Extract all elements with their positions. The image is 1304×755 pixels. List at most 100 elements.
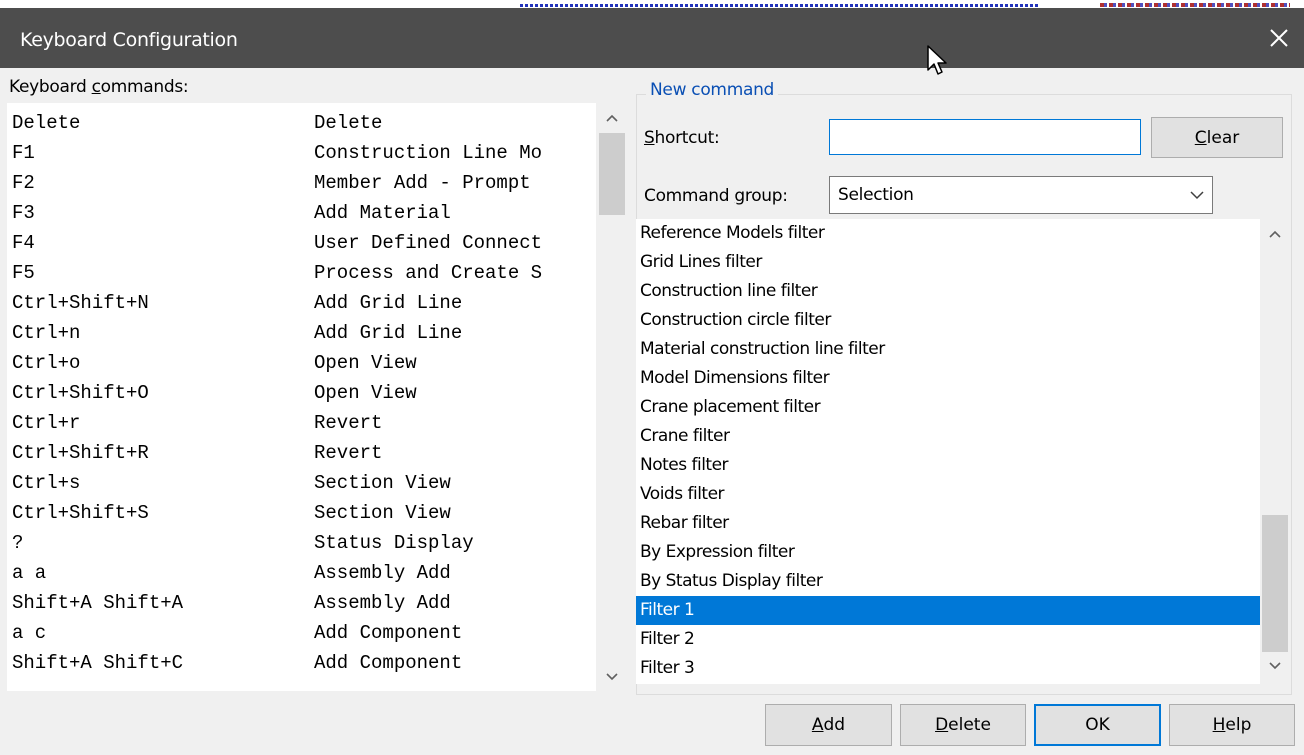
command-name: Open View bbox=[314, 352, 417, 374]
command-shortcut: Ctrl+Shift+O bbox=[12, 382, 149, 404]
command-list[interactable]: Reference Models filter Grid Lines filte… bbox=[636, 219, 1290, 684]
command-row[interactable]: Ctrl+r Revert bbox=[7, 408, 597, 438]
command-row[interactable]: F1 Construction Line Mo bbox=[7, 138, 597, 168]
scroll-up-icon[interactable] bbox=[1268, 227, 1282, 241]
command-group-value: Selection bbox=[838, 185, 914, 205]
list-item[interactable]: Filter 3 bbox=[636, 654, 1260, 683]
command-name: Delete bbox=[314, 112, 383, 134]
command-row[interactable]: a a Assembly Add bbox=[7, 558, 597, 588]
command-shortcut: F5 bbox=[12, 262, 35, 284]
list-item[interactable]: Crane filter bbox=[636, 422, 1260, 451]
new-command-legend: New command bbox=[646, 80, 779, 100]
command-name: Add Material bbox=[314, 202, 451, 224]
command-shortcut: Delete bbox=[12, 112, 81, 134]
scrollbar-thumb[interactable] bbox=[1262, 515, 1288, 652]
command-row[interactable]: Shift+A Shift+C Add Component bbox=[7, 648, 597, 678]
list-item[interactable]: Material construction line filter bbox=[636, 335, 1260, 364]
command-name: Section View bbox=[314, 502, 451, 524]
add-button[interactable]: Add bbox=[765, 704, 892, 746]
command-name: Status Display bbox=[314, 532, 474, 554]
scroll-up-icon[interactable] bbox=[605, 111, 619, 125]
command-row[interactable]: F2 Member Add - Prompt bbox=[7, 168, 597, 198]
command-row[interactable]: Ctrl+Shift+O Open View bbox=[7, 378, 597, 408]
list-item[interactable]: By Expression filter bbox=[636, 538, 1260, 567]
command-list-scrollbar[interactable] bbox=[1260, 219, 1290, 684]
background-strip bbox=[0, 0, 1304, 8]
command-shortcut: Ctrl+s bbox=[12, 472, 81, 494]
command-name: Revert bbox=[314, 442, 383, 464]
command-shortcut: Ctrl+r bbox=[12, 412, 81, 434]
shortcut-input[interactable] bbox=[829, 119, 1141, 155]
title-bar[interactable]: Keyboard Configuration bbox=[0, 8, 1304, 68]
command-row[interactable]: Ctrl+n Add Grid Line bbox=[7, 318, 597, 348]
command-name: Add Component bbox=[314, 652, 463, 674]
command-shortcut: F4 bbox=[12, 232, 35, 254]
command-shortcut: Shift+A Shift+C bbox=[12, 652, 184, 674]
command-shortcut: Ctrl+o bbox=[12, 352, 81, 374]
command-row[interactable]: Shift+A Shift+A Assembly Add bbox=[7, 588, 597, 618]
shortcut-label: Shortcut: bbox=[644, 128, 720, 148]
command-shortcut: F1 bbox=[12, 142, 35, 164]
keyboard-commands-list[interactable]: Delete Delete F1 Construction Line Mo F2 Me… bbox=[7, 103, 628, 691]
scroll-down-icon[interactable] bbox=[1268, 659, 1282, 673]
close-icon[interactable] bbox=[1264, 23, 1294, 53]
command-shortcut: Ctrl+Shift+N bbox=[12, 292, 149, 314]
command-row[interactable]: a c Add Component bbox=[7, 618, 597, 648]
command-row[interactable]: ? Status Display bbox=[7, 528, 597, 558]
command-shortcut: Shift+A Shift+A bbox=[12, 592, 184, 614]
command-shortcut: F3 bbox=[12, 202, 35, 224]
background-dotted-line bbox=[520, 4, 1040, 7]
command-row[interactable]: F4 User Defined Connect bbox=[7, 228, 597, 258]
command-name: Assembly Add bbox=[314, 592, 451, 614]
command-name: Section View bbox=[314, 472, 451, 494]
command-name: User Defined Connect bbox=[314, 232, 543, 254]
list-item[interactable]: Voids filter bbox=[636, 480, 1260, 509]
command-row[interactable]: F5 Process and Create S bbox=[7, 258, 597, 288]
keyboard-commands-label: Keyboard commands: bbox=[9, 77, 189, 97]
command-row[interactable]: F3 Add Material bbox=[7, 198, 597, 228]
command-row[interactable]: Ctrl+Shift+N Add Grid Line bbox=[7, 288, 597, 318]
mouse-cursor-icon bbox=[927, 45, 947, 75]
command-name: Member Add - Prompt bbox=[314, 172, 531, 194]
command-shortcut: ? bbox=[12, 532, 24, 554]
command-name: Assembly Add bbox=[314, 562, 451, 584]
command-shortcut: a c bbox=[12, 622, 47, 644]
scrollbar-thumb[interactable] bbox=[599, 133, 625, 215]
list-item[interactable]: By Status Display filter bbox=[636, 567, 1260, 596]
list-item[interactable]: Crane placement filter bbox=[636, 393, 1260, 422]
ok-button[interactable]: OK bbox=[1034, 704, 1161, 746]
list-item[interactable]: Filter 2 bbox=[636, 625, 1260, 654]
command-row[interactable]: Ctrl+Shift+R Revert bbox=[7, 438, 597, 468]
command-name: Add Grid Line bbox=[314, 292, 463, 314]
command-name: Add Grid Line bbox=[314, 322, 463, 344]
command-shortcut: Ctrl+n bbox=[12, 322, 81, 344]
command-shortcut: a a bbox=[12, 562, 47, 584]
list-item[interactable]: Model Dimensions filter bbox=[636, 364, 1260, 393]
list-item[interactable]: Grid Lines filter bbox=[636, 248, 1260, 277]
commands-scrollbar[interactable] bbox=[596, 103, 628, 691]
list-item[interactable]: Reference Models filter bbox=[636, 219, 1260, 248]
window-title: Keyboard Configuration bbox=[20, 29, 238, 51]
list-item[interactable]: Notes filter bbox=[636, 451, 1260, 480]
command-name: Revert bbox=[314, 412, 383, 434]
delete-button[interactable]: Delete bbox=[900, 704, 1026, 746]
list-item[interactable]: Rebar filter bbox=[636, 509, 1260, 538]
command-row[interactable]: Ctrl+s Section View bbox=[7, 468, 597, 498]
command-shortcut: Ctrl+Shift+S bbox=[12, 502, 149, 524]
command-row[interactable]: Ctrl+o Open View bbox=[7, 348, 597, 378]
command-row[interactable]: Delete Delete bbox=[7, 108, 597, 138]
command-group-select[interactable]: Selection bbox=[829, 176, 1213, 214]
command-name: Process and Create S bbox=[314, 262, 543, 284]
scroll-down-icon[interactable] bbox=[605, 670, 619, 684]
chevron-down-icon bbox=[1190, 191, 1204, 200]
list-item-selected[interactable]: Filter 1 bbox=[636, 596, 1260, 625]
clear-button[interactable]: Clear bbox=[1151, 117, 1283, 158]
command-shortcut: F2 bbox=[12, 172, 35, 194]
command-shortcut: Ctrl+Shift+R bbox=[12, 442, 149, 464]
list-item[interactable]: Construction circle filter bbox=[636, 306, 1260, 335]
command-row[interactable]: Ctrl+Shift+S Section View bbox=[7, 498, 597, 528]
command-name: Construction Line Mo bbox=[314, 142, 543, 164]
list-item[interactable]: Construction line filter bbox=[636, 277, 1260, 306]
help-button[interactable]: Help bbox=[1169, 704, 1295, 746]
command-name: Add Component bbox=[314, 622, 463, 644]
